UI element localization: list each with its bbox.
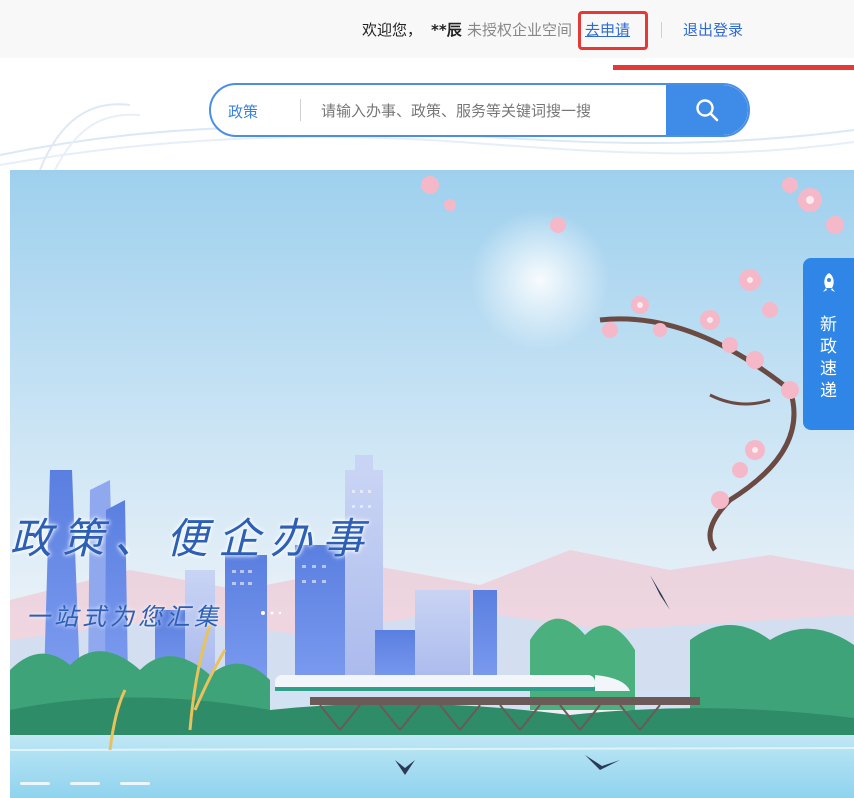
banner-illustration [10, 170, 854, 798]
divider [661, 22, 662, 38]
search-icon [696, 99, 719, 122]
carousel-dot[interactable] [120, 782, 150, 785]
carousel-indicator [0, 782, 200, 788]
search-input[interactable] [319, 85, 663, 135]
welcome-text: 欢迎您， [362, 21, 423, 39]
carousel-dot[interactable] [20, 782, 50, 785]
top-user-bar: 欢迎您， **辰 未授权企业空间 去申请 退出登录 [0, 0, 854, 58]
highlight-box [578, 11, 648, 50]
new-policy-side-tab[interactable]: 新政速递 [803, 258, 854, 430]
side-tab-label: 新政速递 [820, 315, 837, 401]
banner-slogan-main: 政策、便企办事 [10, 514, 375, 563]
decorative-dots [261, 611, 282, 615]
rocket-icon [823, 273, 835, 292]
logout-link[interactable]: 退出登录 [683, 20, 743, 40]
banner-slogan-sub: 一站式为您汇集 [26, 603, 222, 631]
carousel-dot[interactable] [70, 782, 100, 785]
unauthorized-space-text: 未授权企业空间 [467, 21, 573, 39]
search-bar: 政策 [209, 83, 750, 137]
username-text: **辰 [431, 21, 462, 39]
search-category-select[interactable]: 政策 [228, 101, 258, 122]
hero-banner: 政策、便企办事 一站式为您汇集 [10, 170, 854, 798]
search-divider [300, 99, 301, 121]
search-button[interactable] [666, 85, 748, 135]
